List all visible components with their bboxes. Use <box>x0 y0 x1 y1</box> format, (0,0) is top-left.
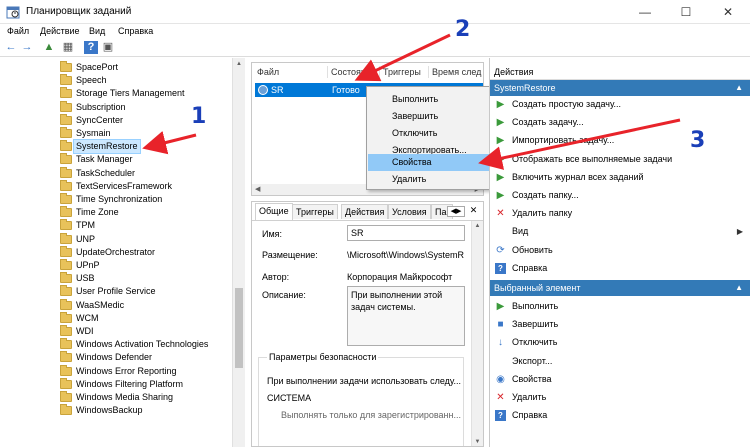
arrow-1 <box>142 130 197 155</box>
annotation-3: 3 <box>690 128 706 153</box>
annotation-arrows <box>142 33 681 170</box>
annotation-1: 1 <box>191 104 207 129</box>
annotation-2: 2 <box>455 17 471 42</box>
arrow-3 <box>478 118 681 170</box>
arrow-2 <box>354 33 451 82</box>
